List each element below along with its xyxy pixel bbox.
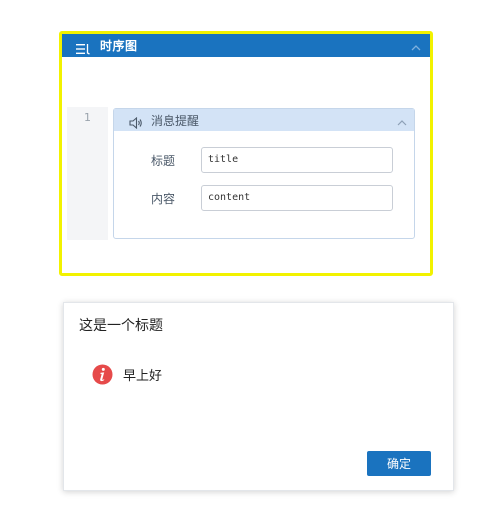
sequence-diagram-panel: 时序图 1 消息提醒 标题 title 内容 content bbox=[59, 31, 433, 276]
title-field-label: 标题 bbox=[150, 153, 175, 168]
panel-title: 时序图 bbox=[100, 39, 138, 53]
info-icon bbox=[92, 364, 113, 385]
ok-button[interactable]: 确定 bbox=[367, 451, 431, 476]
panel-header: 时序图 bbox=[62, 34, 430, 57]
list-lines-icon bbox=[76, 40, 90, 55]
dialog-message: 早上好 bbox=[123, 369, 163, 384]
content-input[interactable]: content bbox=[201, 185, 393, 211]
speaker-icon bbox=[129, 114, 143, 130]
dialog-body: 早上好 bbox=[92, 364, 162, 385]
message-dialog: 这是一个标题 早上好 确定 bbox=[63, 302, 454, 491]
content-field-label: 内容 bbox=[150, 191, 175, 206]
title-input[interactable]: title bbox=[201, 147, 393, 173]
line-number: 1 bbox=[84, 111, 91, 124]
dialog-title: 这是一个标题 bbox=[79, 318, 163, 334]
message-card-title: 消息提醒 bbox=[151, 113, 200, 128]
chevron-up-icon[interactable] bbox=[396, 114, 408, 126]
content-field-row: 内容 content bbox=[114, 185, 414, 211]
message-card-header: 消息提醒 bbox=[114, 109, 414, 131]
message-reminder-card: 消息提醒 标题 title 内容 content bbox=[113, 108, 415, 239]
title-field-row: 标题 title bbox=[114, 147, 414, 173]
line-gutter: 1 bbox=[67, 107, 108, 240]
chevron-up-icon[interactable] bbox=[410, 39, 422, 51]
